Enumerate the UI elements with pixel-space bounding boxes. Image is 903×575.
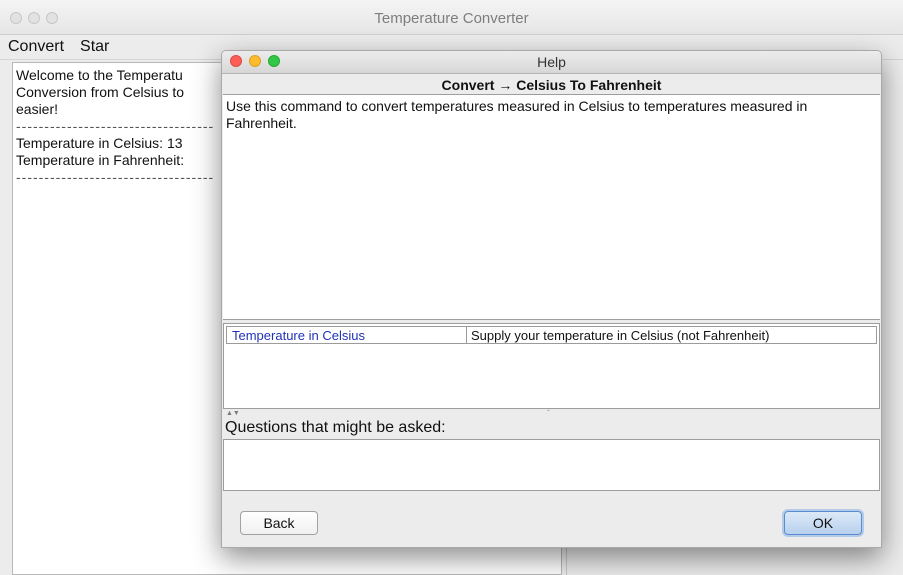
splitter-handle-icon[interactable]: ˆ <box>547 410 550 418</box>
splitter-arrows-icon[interactable]: ▲▼ <box>226 410 240 417</box>
help-dialog: Help Convert → Celsius To Fahrenheit Use… <box>221 50 882 548</box>
main-titlebar: Temperature Converter <box>0 0 903 35</box>
questions-label: Questions that might be asked: <box>225 419 446 436</box>
dialog-titlebar: Help <box>222 51 881 74</box>
ok-button[interactable]: OK <box>784 511 862 535</box>
menu-convert[interactable]: Convert <box>0 38 72 56</box>
menu-star[interactable]: Star <box>72 38 117 56</box>
window-title: Temperature Converter <box>374 10 529 27</box>
parameters-table: Temperature in Celsius Supply your tempe… <box>223 323 880 409</box>
dialog-title: Help <box>537 54 566 70</box>
command-description: Use this command to convert temperatures… <box>223 94 880 320</box>
back-button[interactable]: Back <box>240 511 318 535</box>
questions-list <box>223 439 880 491</box>
parameter-description: Supply your temperature in Celsius (not … <box>471 328 770 343</box>
table-row[interactable]: Temperature in Celsius Supply your tempe… <box>226 326 877 344</box>
parameter-name: Temperature in Celsius <box>227 327 467 343</box>
command-heading: Convert → Celsius To Fahrenheit <box>441 77 662 93</box>
